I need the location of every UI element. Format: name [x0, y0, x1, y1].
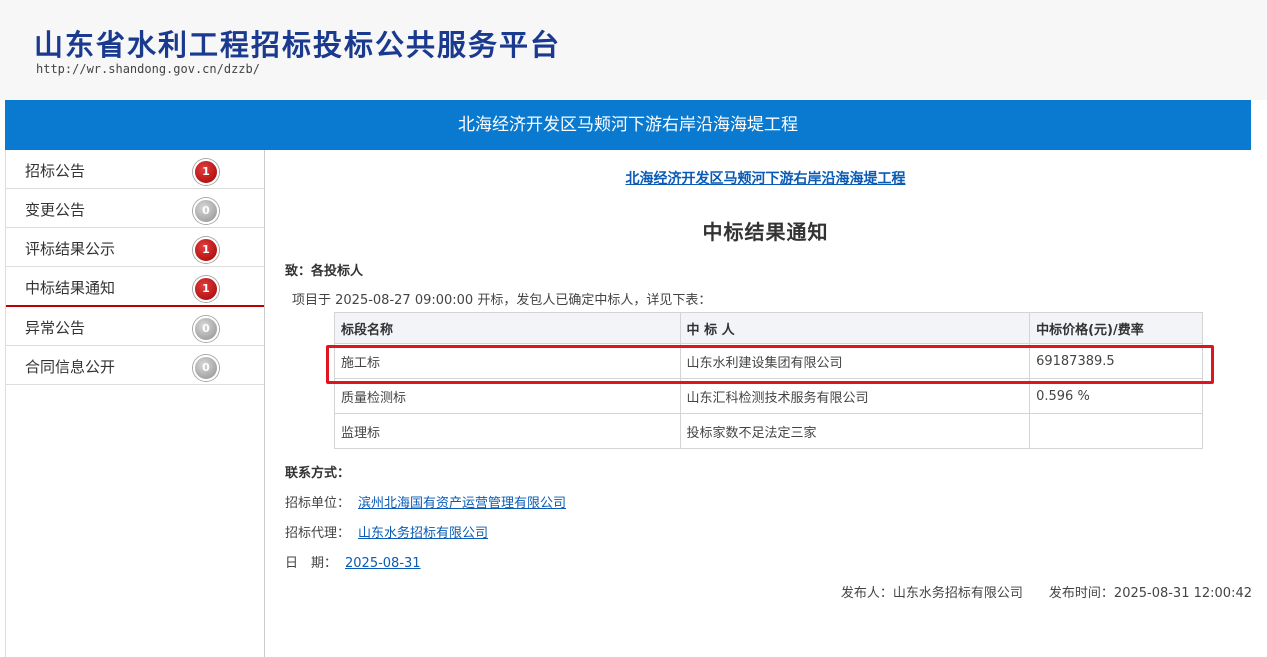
- site-header: 山东省水利工程招标投标公共服务平台 http://wr.shandong.gov…: [0, 0, 1267, 100]
- table-row: 监理标 投标家数不足法定三家: [334, 413, 1203, 449]
- intro-text: 项目于 2025-08-27 09:00:00 开标，发包人已确定中标人，详见下…: [292, 293, 712, 308]
- publish-info: 发布人：山东水务招标有限公司 发布时间：2025-08-31 12:00:42: [841, 582, 1252, 601]
- sidebar-item-contract-info[interactable]: 合同信息公开 0: [6, 346, 264, 385]
- publisher-text: 发布人：山东水务招标有限公司: [840, 586, 1023, 601]
- contact-tenderer-row: 招标单位： 滨州北海国有资产运营管理有限公司: [285, 492, 566, 511]
- winner-cell: 投标家数不足法定三家: [679, 413, 1031, 449]
- section-name-cell: 监理标: [334, 413, 681, 449]
- date-label: 日 期：: [285, 556, 338, 571]
- count-badge: 1: [193, 237, 219, 263]
- count-badge: 0: [193, 316, 219, 342]
- count-badge: 0: [193, 198, 219, 224]
- sidebar-item-exception-announcement[interactable]: 异常公告 0: [6, 307, 264, 346]
- contact-heading: 联系方式：: [285, 466, 351, 481]
- sidebar-item-bid-announcement[interactable]: 招标公告 1: [6, 150, 264, 189]
- column-header-price: 中标价格(元)/费率: [1029, 312, 1203, 344]
- contact-date-row: 日 期： 2025-08-31: [285, 552, 421, 571]
- count-badge: 1: [193, 276, 219, 302]
- sidebar-item-label: 招标公告: [25, 162, 86, 180]
- highlight-annotation-box: [326, 345, 1214, 384]
- sidebar-item-label: 变更公告: [25, 201, 86, 219]
- column-header-winner: 中 标 人: [679, 312, 1031, 344]
- project-banner: 北海经济开发区马颊河下游右岸沿海海堤工程: [5, 100, 1251, 150]
- table-header-row: 标段名称 中 标 人 中标价格(元)/费率: [334, 312, 1203, 344]
- recipient-line: 致：各投标人: [285, 264, 364, 279]
- sidebar-item-label: 合同信息公开: [25, 358, 116, 376]
- sidebar-item-evaluation-result[interactable]: 评标结果公示 1: [6, 228, 264, 267]
- contact-agent-row: 招标代理： 山东水务招标有限公司: [285, 522, 488, 541]
- count-badge: 0: [193, 355, 219, 381]
- notice-title: 中标结果通知: [702, 220, 829, 244]
- price-cell: [1029, 413, 1203, 449]
- agent-link[interactable]: 山东水务招标有限公司: [358, 526, 488, 541]
- tenderer-link[interactable]: 滨州北海国有资产运营管理有限公司: [358, 496, 566, 511]
- sidebar-item-label: 异常公告: [25, 319, 86, 337]
- project-link[interactable]: 北海经济开发区马颊河下游右岸沿海海堤工程: [264, 168, 1267, 188]
- sidebar-item-change-announcement[interactable]: 变更公告 0: [6, 189, 264, 228]
- main-content: 北海经济开发区马颊河下游右岸沿海海堤工程 中标结果通知 致：各投标人 项目于 2…: [264, 150, 1267, 657]
- date-link[interactable]: 2025-08-31: [345, 556, 421, 571]
- column-header-section: 标段名称: [334, 312, 681, 344]
- sidebar-item-label: 中标结果通知: [25, 279, 116, 297]
- publish-time-text: 发布时间：2025-08-31 12:00:42: [1048, 586, 1252, 601]
- sidebar-item-award-notice[interactable]: 中标结果通知 1: [6, 267, 264, 307]
- sidebar: 招标公告 1 变更公告 0 评标结果公示 1 中标结果通知 1 异常公告 0 合…: [5, 150, 265, 657]
- sidebar-item-label: 评标结果公示: [25, 240, 116, 258]
- count-badge: 1: [193, 159, 219, 185]
- site-url: http://wr.shandong.gov.cn/dzzb/: [36, 62, 260, 76]
- site-title: 山东省水利工程招标投标公共服务平台: [34, 28, 562, 62]
- tenderer-label: 招标单位：: [285, 496, 351, 511]
- agent-label: 招标代理：: [285, 526, 351, 541]
